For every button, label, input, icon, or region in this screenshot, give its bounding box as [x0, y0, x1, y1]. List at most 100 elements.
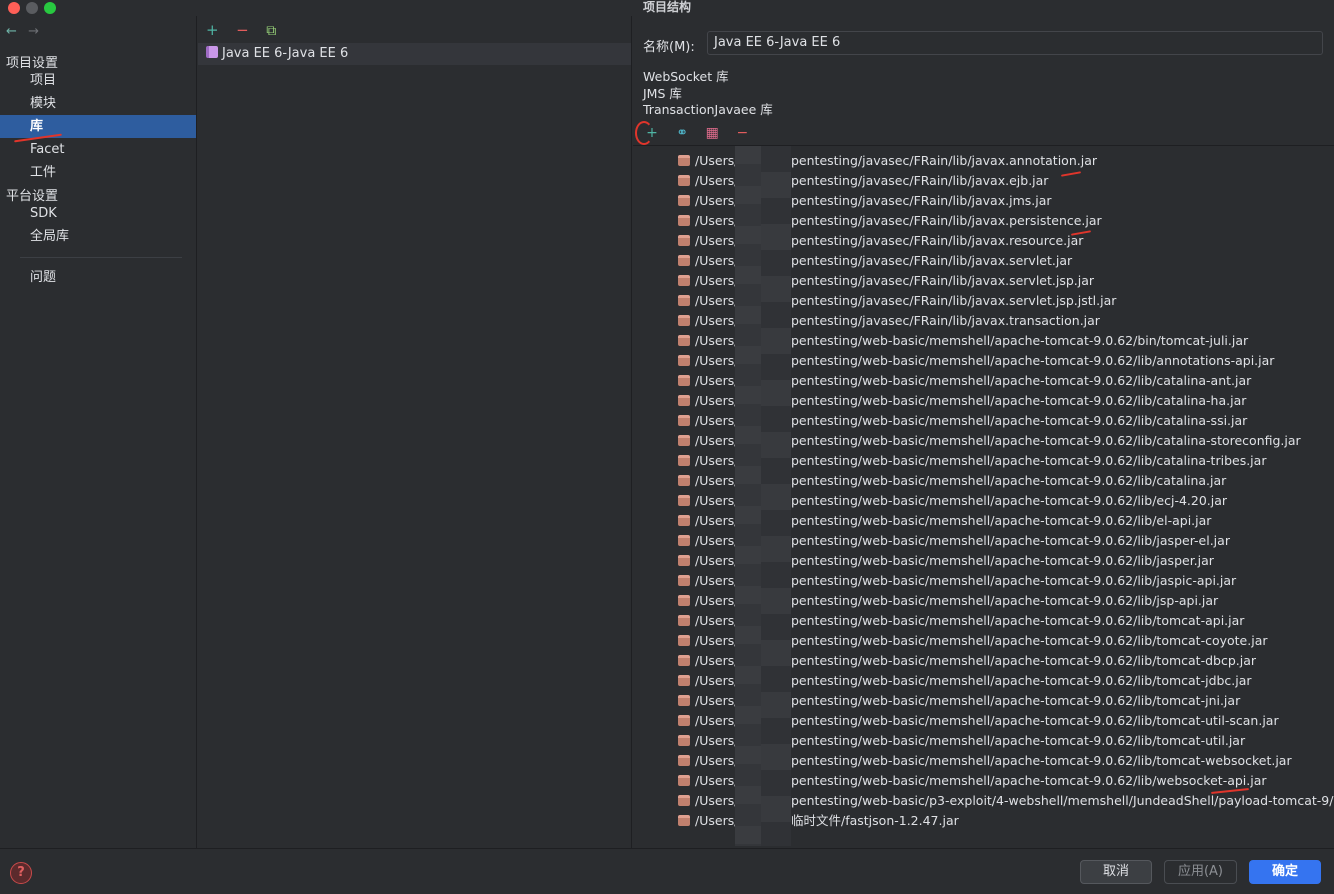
- window-title: 项目结构: [642, 0, 691, 14]
- remove-library-icon[interactable]: −: [236, 21, 262, 39]
- back-arrow-icon[interactable]: ←: [6, 24, 24, 39]
- jar-file-icon: [678, 575, 690, 586]
- jar-file-icon: [678, 395, 690, 406]
- jar-file-icon: [678, 715, 690, 726]
- help-icon[interactable]: ?: [10, 862, 32, 884]
- jar-file-icon: [678, 175, 690, 186]
- jar-path: pentesting/web-basic/memshell/apache-tom…: [791, 433, 1301, 448]
- dialog-footer: ? 取消 应用(A) 确定: [0, 848, 1334, 894]
- jar-file-icon: [678, 555, 690, 566]
- nav-item-global-libraries[interactable]: 全局库: [0, 225, 196, 248]
- jar-file-icon: [678, 475, 690, 486]
- jar-path: pentesting/web-basic/memshell/apache-tom…: [791, 733, 1246, 748]
- jar-file-icon: [678, 755, 690, 766]
- annotation-circle-add: [635, 121, 653, 145]
- jar-path: pentesting/web-basic/memshell/apache-tom…: [791, 333, 1249, 348]
- jar-file-icon: [678, 195, 690, 206]
- classes-toolbar: + ⚭ ▦ −: [639, 124, 755, 142]
- jar-path: pentesting/web-basic/p3-exploit/4-webshe…: [791, 793, 1334, 808]
- jar-file-icon: [678, 595, 690, 606]
- ok-button[interactable]: 确定: [1249, 860, 1321, 884]
- nav-item-libraries[interactable]: 库: [0, 115, 196, 138]
- jar-file-icon: [678, 155, 690, 166]
- jar-file-icon: [678, 495, 690, 506]
- jar-path: pentesting/web-basic/memshell/apache-tom…: [791, 513, 1212, 528]
- jar-path: pentesting/web-basic/memshell/apache-tom…: [791, 473, 1227, 488]
- jar-path: pentesting/javasec/FRain/lib/javax.ejb.j…: [791, 173, 1049, 188]
- library-list-item[interactable]: Java EE 6-Java EE 6: [198, 43, 631, 65]
- nav-divider: [20, 257, 182, 258]
- name-label: 名称(M):: [643, 40, 695, 55]
- nav-item-facet[interactable]: Facet: [0, 138, 196, 161]
- jar-path: pentesting/web-basic/memshell/apache-tom…: [791, 693, 1241, 708]
- add-library-icon[interactable]: +: [206, 21, 232, 39]
- jar-file-icon: [678, 315, 690, 326]
- library-icon: [206, 46, 218, 58]
- jar-file-icon: [678, 415, 690, 426]
- jar-file-icon: [678, 335, 690, 346]
- jar-file-icon: [678, 435, 690, 446]
- jar-path: pentesting/web-basic/memshell/apache-tom…: [791, 773, 1267, 788]
- library-item-label: Java EE 6-Java EE 6: [222, 46, 349, 61]
- library-type-websocket: WebSocket 库: [643, 69, 729, 84]
- attach-link-icon[interactable]: ⚭: [669, 124, 695, 142]
- jar-file-icon: [678, 735, 690, 746]
- library-list-toolbar: + − ⧉: [206, 21, 292, 39]
- library-types: WebSocket 库 JMS 库 TransactionJavaee 库: [643, 69, 773, 119]
- remove-classes-icon[interactable]: −: [729, 124, 755, 142]
- jar-file-icon: [678, 695, 690, 706]
- copy-library-icon[interactable]: ⧉: [266, 22, 292, 40]
- nav-item-project[interactable]: 项目: [0, 69, 196, 92]
- title-bar: 项目结构: [0, 0, 1334, 16]
- jar-file-icon: [678, 775, 690, 786]
- jar-path: pentesting/web-basic/memshell/apache-tom…: [791, 673, 1252, 688]
- settings-nav: ← → 项目设置 项目 模块 库 Facet 工件 平台设置 SDK 全局库 问…: [0, 16, 197, 848]
- jar-path: pentesting/javasec/FRain/lib/javax.servl…: [791, 253, 1073, 268]
- jar-file-icon: [678, 675, 690, 686]
- jar-file-icon: [678, 255, 690, 266]
- jar-path: pentesting/javasec/FRain/lib/javax.annot…: [791, 153, 1097, 168]
- jar-file-icon: [678, 355, 690, 366]
- jar-file-icon: [678, 815, 690, 826]
- jar-path: pentesting/web-basic/memshell/apache-tom…: [791, 753, 1292, 768]
- jar-file-icon: [678, 535, 690, 546]
- nav-item-modules[interactable]: 模块: [0, 92, 196, 115]
- cancel-button[interactable]: 取消: [1080, 860, 1152, 884]
- jar-path: pentesting/web-basic/memshell/apache-tom…: [791, 713, 1279, 728]
- jar-file-icon: [678, 455, 690, 466]
- apply-button[interactable]: 应用(A): [1164, 860, 1237, 884]
- jar-path: 临时文件/fastjson-1.2.47.jar: [791, 813, 959, 828]
- jar-file-icon: [678, 375, 690, 386]
- jar-path: pentesting/web-basic/memshell/apache-tom…: [791, 353, 1275, 368]
- jar-path: pentesting/javasec/FRain/lib/javax.servl…: [791, 293, 1117, 308]
- library-list-panel: + − ⧉ Java EE 6-Java EE 6: [198, 16, 632, 848]
- jar-path: pentesting/javasec/FRain/lib/javax.jms.j…: [791, 193, 1052, 208]
- library-detail-panel: 名称(M): Java EE 6-Java EE 6 WebSocket 库 J…: [633, 16, 1334, 848]
- jar-file-icon: [678, 655, 690, 666]
- jar-path: pentesting/web-basic/memshell/apache-tom…: [791, 593, 1219, 608]
- forward-arrow-icon[interactable]: →: [28, 24, 46, 39]
- nav-item-sdk[interactable]: SDK: [0, 202, 196, 225]
- jar-file-icon: [678, 235, 690, 246]
- nav-item-artifacts[interactable]: 工件: [0, 161, 196, 184]
- jar-file-icon: [678, 515, 690, 526]
- jar-path: pentesting/web-basic/memshell/apache-tom…: [791, 413, 1248, 428]
- jar-file-icon: [678, 795, 690, 806]
- jar-file-icon: [678, 275, 690, 286]
- nav-item-problems[interactable]: 问题: [0, 266, 196, 289]
- jar-path: pentesting/javasec/FRain/lib/javax.persi…: [791, 213, 1102, 228]
- jar-path: pentesting/web-basic/memshell/apache-tom…: [791, 553, 1214, 568]
- jar-path: pentesting/javasec/FRain/lib/javax.resou…: [791, 233, 1084, 248]
- jar-path: pentesting/web-basic/memshell/apache-tom…: [791, 453, 1267, 468]
- jar-path: pentesting/javasec/FRain/lib/javax.trans…: [791, 313, 1100, 328]
- library-type-transaction: TransactionJavaee 库: [643, 102, 773, 117]
- jar-path: pentesting/web-basic/memshell/apache-tom…: [791, 633, 1268, 648]
- jar-file-icon: [678, 615, 690, 626]
- jar-file-icon: [678, 295, 690, 306]
- add-folder-icon[interactable]: ▦: [699, 124, 725, 142]
- jar-path: pentesting/web-basic/memshell/apache-tom…: [791, 493, 1228, 508]
- nav-history: ← →: [6, 24, 46, 40]
- library-name-input[interactable]: Java EE 6-Java EE 6: [707, 31, 1323, 55]
- jar-path: pentesting/web-basic/memshell/apache-tom…: [791, 393, 1247, 408]
- jar-path: pentesting/web-basic/memshell/apache-tom…: [791, 613, 1245, 628]
